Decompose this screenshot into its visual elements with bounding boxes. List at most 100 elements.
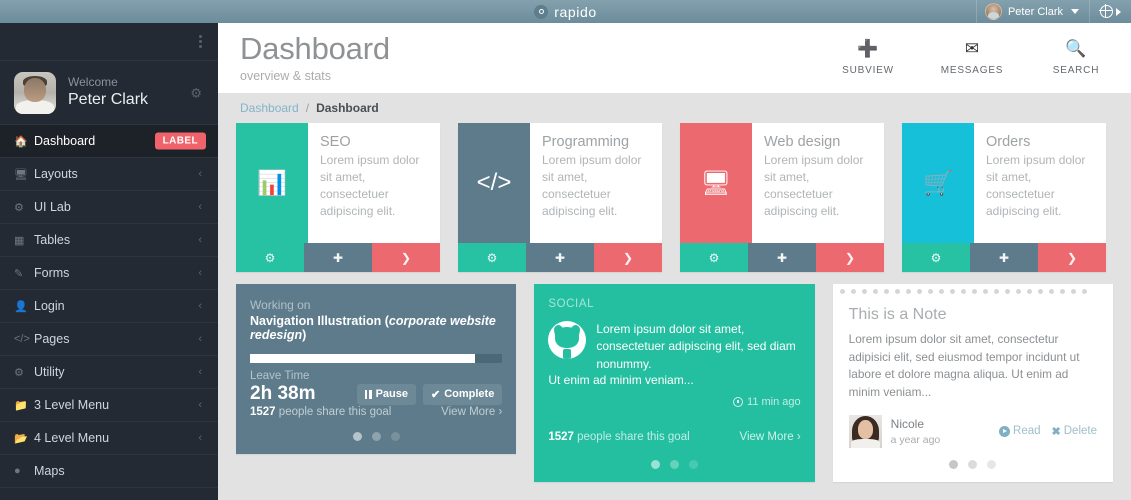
tile-add-button[interactable]: ✚ bbox=[304, 243, 372, 272]
main-content: Dashboard overview & stats ➕ SUBVIEW ✉ M… bbox=[218, 23, 1131, 500]
breadcrumb-root[interactable]: Dashboard bbox=[240, 101, 299, 115]
sidebar-item-label: 4 Level Menu bbox=[34, 431, 110, 445]
sidebar-item-dashboard[interactable]: 🏠 Dashboard LABEL bbox=[0, 125, 218, 158]
read-button[interactable]: Read bbox=[999, 425, 1041, 437]
search-button[interactable]: 🔍 SEARCH bbox=[1039, 40, 1113, 76]
sidebar-item-login[interactable]: 👤 Login ‹ bbox=[0, 290, 218, 323]
sidebar-item-4-level-menu[interactable]: 📂 4 Level Menu ‹ bbox=[0, 422, 218, 455]
complete-button[interactable]: ✔ Complete bbox=[422, 383, 503, 405]
pager-dot[interactable] bbox=[968, 460, 978, 469]
sidebar-item-maps[interactable]: ● Maps bbox=[0, 455, 218, 488]
view-more-link[interactable]: View More › bbox=[441, 406, 502, 418]
perforation-dot bbox=[949, 288, 955, 294]
user-menu[interactable]: Peter Clark bbox=[975, 0, 1089, 23]
sidebar-item-pages[interactable]: </> Pages ‹ bbox=[0, 323, 218, 356]
tile-settings-button[interactable]: ⚙ bbox=[680, 243, 748, 272]
sidebar-toggle-row bbox=[0, 23, 218, 61]
page-subtitle: overview & stats bbox=[240, 68, 332, 83]
sidebar-item-forms[interactable]: ✎ Forms ‹ bbox=[0, 257, 218, 290]
view-more-link[interactable]: View More › bbox=[739, 431, 800, 443]
note-timestamp: a year ago bbox=[890, 433, 941, 446]
ellipsis-vertical-icon[interactable] bbox=[199, 35, 202, 48]
pager-dot[interactable] bbox=[352, 432, 362, 441]
tile-next-button[interactable]: ❯ bbox=[816, 243, 884, 272]
tile-settings-button[interactable]: ⚙ bbox=[458, 243, 526, 272]
working-on-label: Working on bbox=[250, 298, 311, 312]
brand-logo[interactable]: rapido bbox=[534, 4, 597, 20]
chevron-left-icon: ‹ bbox=[198, 201, 202, 213]
sidebar-item-label: Maps bbox=[34, 464, 65, 478]
close-x-icon: ✖ bbox=[1051, 425, 1061, 438]
pager-dot[interactable] bbox=[650, 460, 660, 469]
note-panel: This is a Note Lorem ipsum dolor sit ame… bbox=[832, 284, 1113, 482]
read-label: Read bbox=[1013, 425, 1041, 438]
caret-right-icon bbox=[1116, 7, 1121, 16]
breadcrumb-current: Dashboard bbox=[316, 101, 379, 115]
chevron-left-icon: ‹ bbox=[198, 168, 202, 180]
sidebar-item-layouts[interactable]: 🖥 Layouts ‹ bbox=[0, 158, 218, 191]
perforation-dot bbox=[883, 288, 889, 294]
pager-dot[interactable] bbox=[688, 460, 698, 469]
sidebar-item-tables[interactable]: ▦ Tables ‹ bbox=[0, 224, 218, 257]
sidebar-item-3-level-menu[interactable]: 📁 3 Level Menu ‹ bbox=[0, 389, 218, 422]
sidebar-item-label: Dashboard bbox=[34, 134, 96, 148]
tile-add-button[interactable]: ✚ bbox=[526, 243, 594, 272]
tile-add-button[interactable]: ✚ bbox=[970, 243, 1038, 272]
pager-dot[interactable] bbox=[949, 460, 959, 469]
chevron-left-icon: ‹ bbox=[198, 399, 202, 411]
pause-button[interactable]: Pause bbox=[356, 383, 416, 405]
envelope-icon: ✉ bbox=[964, 39, 980, 58]
tile-title: Programming bbox=[542, 134, 630, 150]
sidebar-item-ui-lab[interactable]: ⚙ UI Lab ‹ bbox=[0, 191, 218, 224]
tile-description: Lorem ipsum dolor sit amet, consectetuer… bbox=[320, 152, 420, 219]
perforation-dot bbox=[971, 288, 977, 294]
pager-dot[interactable] bbox=[390, 432, 400, 441]
chevron-right-icon: › bbox=[796, 431, 801, 443]
tile-next-button[interactable]: ❯ bbox=[372, 243, 440, 272]
pager-dot[interactable] bbox=[371, 432, 381, 441]
chevron-down-icon bbox=[1071, 9, 1079, 14]
perforation-dot bbox=[1048, 288, 1054, 294]
social-message-continued: Ut enim ad minim veniam... bbox=[548, 373, 694, 388]
pager-dot[interactable] bbox=[987, 460, 997, 469]
pager-dot[interactable] bbox=[669, 460, 679, 469]
breadcrumb-separator: / bbox=[305, 101, 310, 115]
language-switcher[interactable] bbox=[1089, 0, 1131, 23]
perforation-dot bbox=[938, 288, 944, 294]
tile-settings-button[interactable]: ⚙ bbox=[236, 243, 304, 272]
tile-orders: 🛒 Orders Lorem ipsum dolor sit amet, con… bbox=[902, 123, 1106, 272]
tile-next-button[interactable]: ❯ bbox=[594, 243, 662, 272]
note-author: Nicole bbox=[890, 416, 925, 431]
sidebar-item-label: Tables bbox=[34, 233, 71, 247]
perforation-dot bbox=[872, 288, 878, 294]
gear-icon[interactable]: ⚙ bbox=[190, 86, 202, 99]
view-more-label: View More bbox=[739, 431, 794, 443]
circle-dot-icon bbox=[534, 4, 549, 19]
github-icon bbox=[548, 321, 587, 359]
perforation-dot bbox=[850, 288, 856, 294]
perforation-dot bbox=[905, 288, 911, 294]
page-title: Dashboard bbox=[240, 31, 390, 67]
share-count: 1527 bbox=[548, 431, 574, 443]
perforation-edge bbox=[833, 284, 1113, 298]
breadcrumb: Dashboard / Dashboard bbox=[218, 93, 1131, 123]
sidebar-item-label: 3 Level Menu bbox=[34, 398, 110, 412]
tile-settings-button[interactable]: ⚙ bbox=[902, 243, 970, 272]
timestamp-label: 11 min ago bbox=[747, 396, 801, 409]
tile-web-design: 🖥 Web design Lorem ipsum dolor sit amet,… bbox=[680, 123, 884, 272]
tile-description: Lorem ipsum dolor sit amet, consectetuer… bbox=[764, 152, 864, 219]
sidebar-item-utility[interactable]: ⚙ Utility ‹ bbox=[0, 356, 218, 389]
sidebar-profile[interactable]: Welcome Peter Clark ⚙ bbox=[0, 61, 218, 125]
tile-title: SEO bbox=[320, 134, 351, 150]
tile-next-button[interactable]: ❯ bbox=[1038, 243, 1106, 272]
social-label: SOCIAL bbox=[548, 298, 595, 310]
perforation-dot bbox=[861, 288, 867, 294]
social-timestamp: 11 min ago bbox=[548, 396, 801, 409]
monitor-icon: 🖥 bbox=[14, 168, 28, 181]
perforation-dot bbox=[1026, 288, 1032, 294]
messages-button[interactable]: ✉ MESSAGES bbox=[935, 40, 1009, 76]
globe-icon bbox=[1099, 4, 1113, 18]
tile-add-button[interactable]: ✚ bbox=[748, 243, 816, 272]
subview-button[interactable]: ➕ SUBVIEW bbox=[831, 40, 905, 76]
delete-button[interactable]: ✖ Delete bbox=[1052, 425, 1097, 438]
